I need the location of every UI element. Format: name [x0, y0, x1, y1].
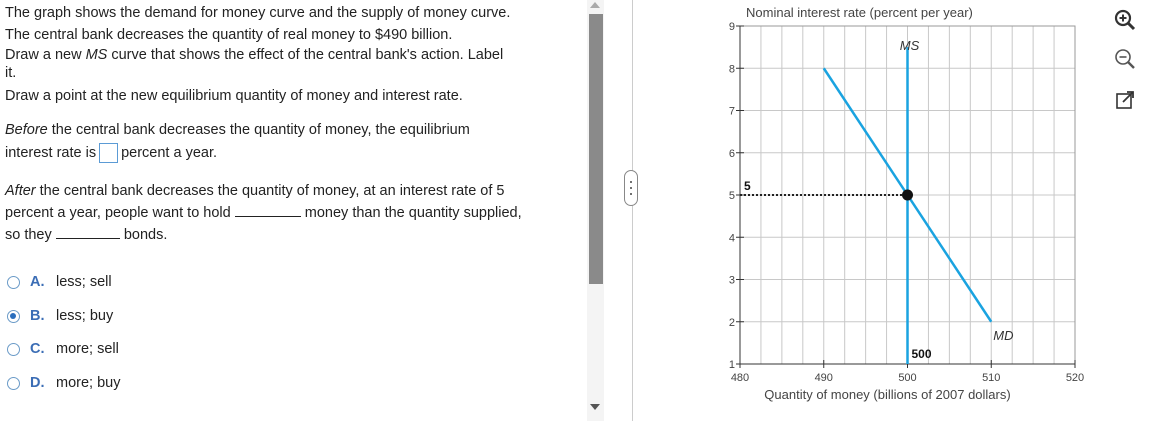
y-tick-label: 7: [729, 106, 735, 118]
y-tick-label: 1: [729, 359, 735, 371]
y-tick-label: 5: [729, 190, 735, 202]
radio-button[interactable]: [7, 275, 20, 289]
x-tick-label: 480: [731, 372, 749, 384]
radio-button[interactable]: [7, 376, 20, 390]
question-line: Draw a point at the new equilibrium quan…: [5, 88, 463, 104]
option-label: less; buy: [56, 308, 114, 324]
y-tick-label: 2: [729, 317, 735, 329]
x-tick-label: 510: [982, 372, 1000, 384]
radio-button-selected[interactable]: [7, 309, 20, 323]
y-tick-label: 3: [729, 275, 735, 287]
question-line: After the central bank decreases the qua…: [5, 183, 505, 200]
zoom-in-icon[interactable]: [1113, 8, 1137, 32]
radio-button[interactable]: [7, 342, 20, 356]
option-d[interactable]: D. more; buy: [7, 373, 120, 393]
x-axis-title: Quantity of money (billions of 2007 doll…: [764, 387, 1010, 402]
question-line: it.: [5, 65, 17, 81]
scroll-up-arrow-icon[interactable]: [590, 2, 600, 8]
interest-rate-answer-box[interactable]: [99, 143, 119, 164]
answer-blank: [234, 201, 301, 218]
scrollbar-thumb[interactable]: [589, 14, 603, 284]
option-b[interactable]: B. less; buy: [7, 306, 113, 326]
option-letter: C.: [30, 341, 45, 357]
option-letter: B.: [30, 308, 45, 324]
question-line: The graph shows the demand for money cur…: [5, 5, 511, 21]
equilibrium-y-label: 5: [744, 179, 751, 193]
question-panel: The graph shows the demand for money cur…: [5, 3, 583, 245]
zoom-out-icon[interactable]: [1113, 47, 1137, 71]
x-tick-label: 520: [1066, 372, 1084, 384]
option-label: more; sell: [56, 341, 119, 357]
panel-divider: [632, 0, 633, 421]
popout-icon[interactable]: [1113, 88, 1137, 112]
y-tick-label: 9: [729, 21, 735, 33]
question-line: percent a year, people want to hold mone…: [5, 201, 583, 223]
x-tick-label: 490: [815, 372, 833, 384]
panel-resize-handle-icon[interactable]: [624, 170, 638, 206]
y-tick-label: 4: [729, 232, 735, 244]
question-line: so they bonds.: [5, 223, 583, 245]
option-c[interactable]: C. more; sell: [7, 339, 119, 359]
equilibrium-point: [902, 189, 913, 201]
option-label: less; sell: [56, 274, 112, 290]
answer-blank: [55, 223, 120, 240]
series-label-md: MD: [993, 328, 1013, 343]
money-market-chart[interactable]: 1 2 3 4 5 6 7 8 9 480 490 500 510 520 Nominal interest…: [700, 0, 1100, 410]
x-tick-label: 500: [898, 372, 916, 384]
y-tick-label: 8: [729, 63, 735, 75]
equilibrium-x-label: 500: [912, 347, 932, 361]
option-letter: D.: [30, 375, 45, 391]
question-line: interest rate is percent a year.: [5, 143, 583, 164]
question-line: Before the central bank decreases the qu…: [5, 122, 470, 138]
series-label-ms: MS: [900, 38, 920, 53]
option-label: more; buy: [56, 375, 121, 391]
scroll-down-arrow-icon[interactable]: [590, 404, 600, 410]
y-axis-title: Nominal interest rate (percent per year): [746, 5, 973, 20]
option-a[interactable]: A. less; sell: [7, 272, 112, 292]
y-tick-label: 6: [729, 148, 735, 160]
question-line: Draw a new MS curve that shows the effec…: [5, 47, 504, 63]
option-letter: A.: [30, 274, 45, 290]
question-line: The central bank decreases the quantity …: [5, 27, 453, 43]
